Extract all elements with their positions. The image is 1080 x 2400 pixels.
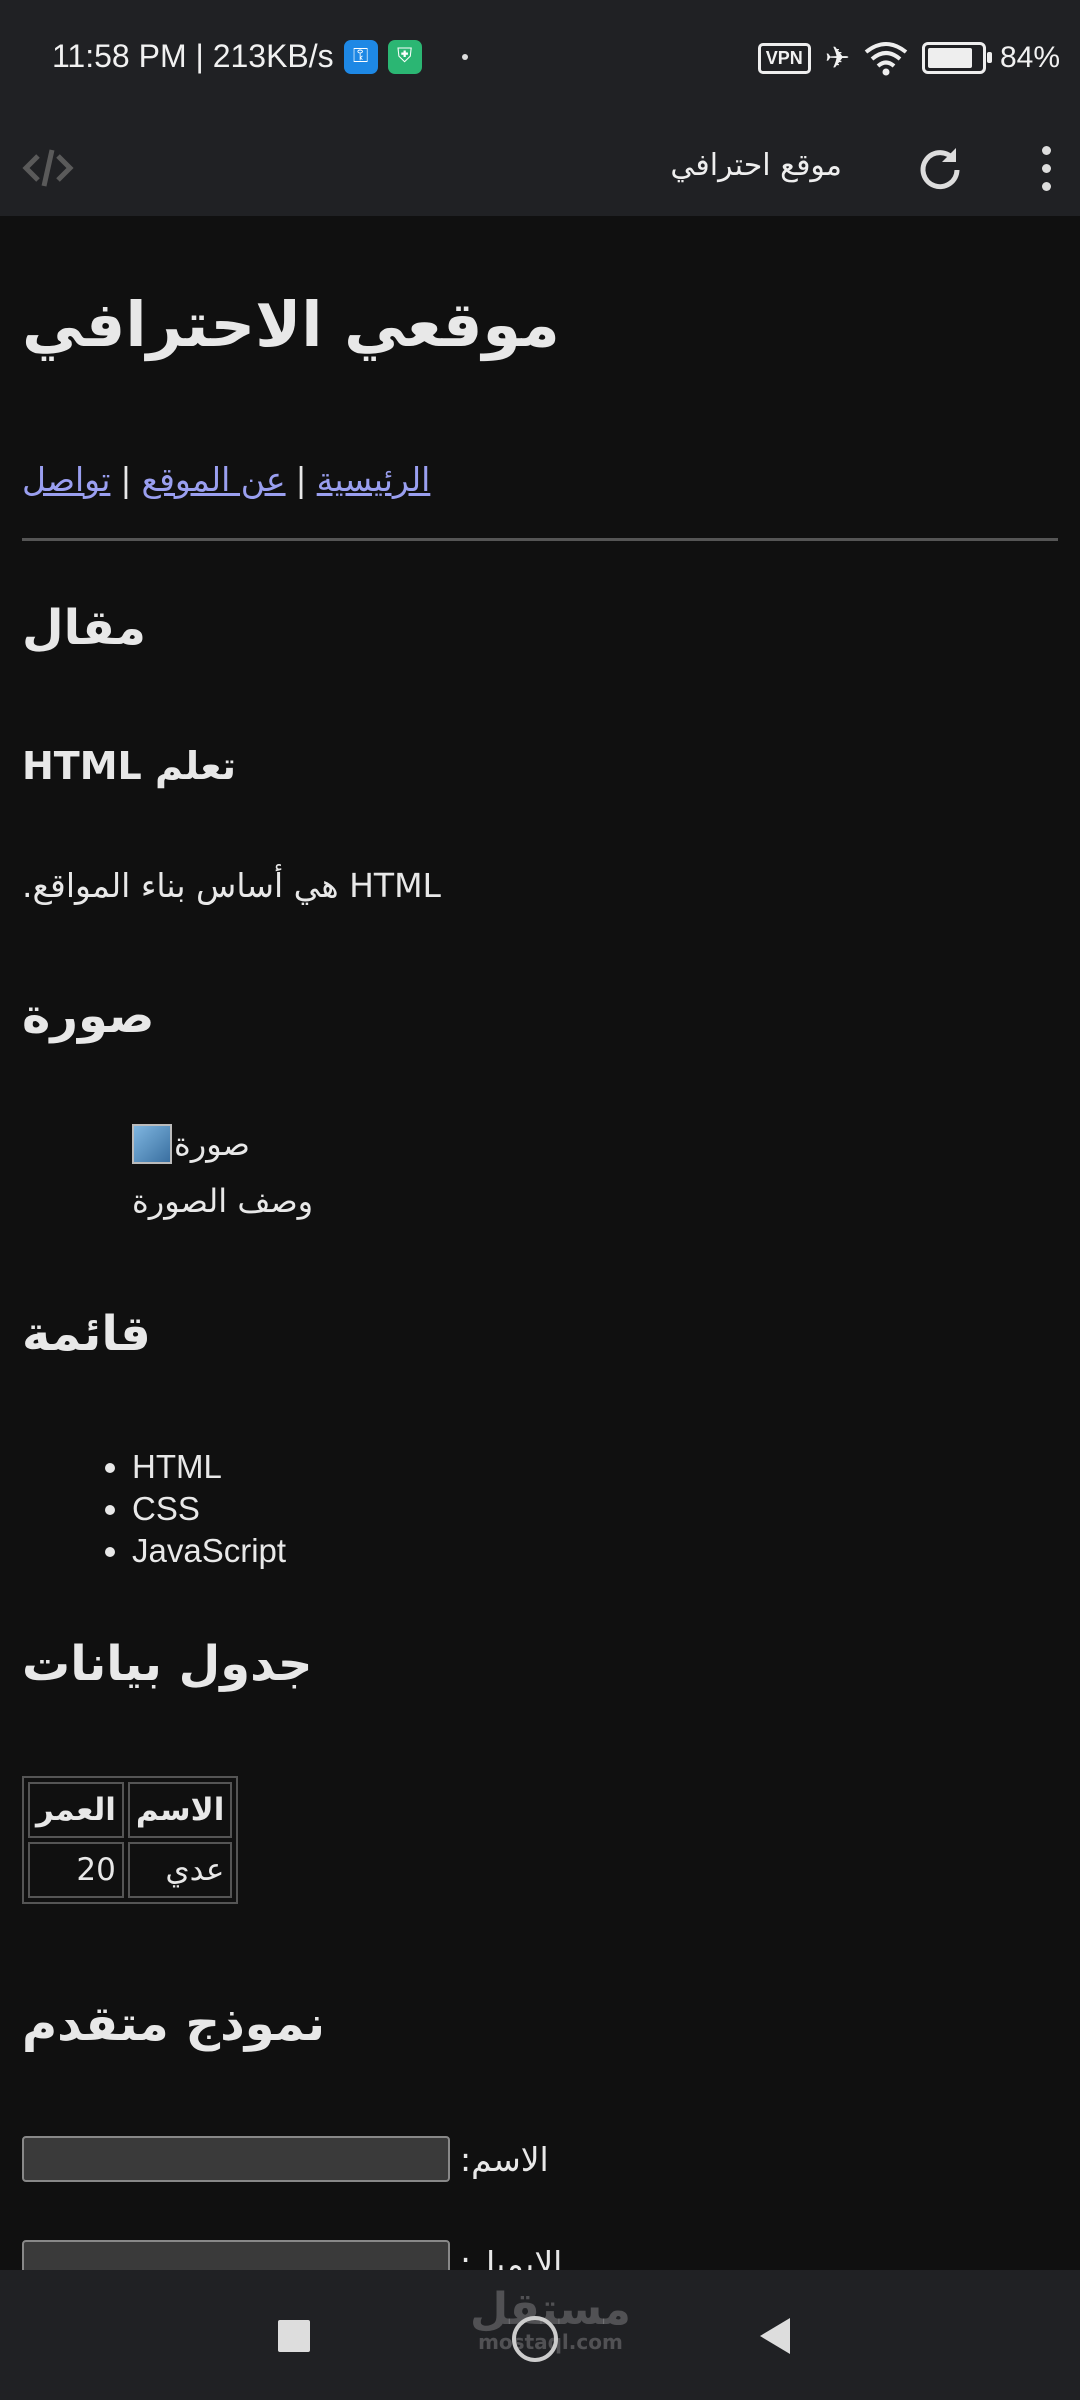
image-alt-text: صورة (174, 1125, 250, 1163)
notification-dot-icon (461, 53, 468, 60)
site-nav: الرئيسية | عن الموقع | تواصل (22, 460, 430, 499)
battery-icon (921, 42, 992, 74)
bullet-list: HTML CSS JavaScript (98, 1446, 286, 1572)
table-header-row: الاسم العمر (28, 1782, 233, 1838)
system-nav-bar: مستقل mostaql.com (0, 2270, 1080, 2400)
overflow-menu-icon[interactable] (1026, 134, 1066, 202)
table-row: عدي 20 (28, 1842, 233, 1898)
name-label: الاسم: (460, 2139, 549, 2179)
battery-percent: 84% (999, 41, 1060, 74)
web-content: موقعي الاحترافي الرئيسية | عن الموقع | ت… (0, 216, 1080, 2270)
nav-link-contact[interactable]: تواصل (22, 460, 110, 499)
status-time-speed: 11:58 PM | 213KB/s (52, 38, 334, 74)
form-section-title: نموذج متقدم (22, 1996, 325, 2052)
page-title: موقع احترافي (670, 148, 842, 183)
home-button[interactable] (512, 2316, 558, 2362)
figure-caption: وصف الصورة (132, 1182, 314, 1220)
table-section-title: جدول بيانات (22, 1636, 313, 1692)
nav-separator: | (295, 460, 307, 499)
email-input[interactable] (22, 2240, 450, 2270)
form-row-email: الايميل: (22, 2240, 562, 2270)
form-row-name: الاسم: (22, 2136, 549, 2182)
status-right: VPN ✈ 84% (757, 40, 1060, 76)
name-input[interactable] (22, 2136, 450, 2182)
figure: صورة وصف الصورة (132, 1124, 313, 1220)
nav-link-about[interactable]: عن الموقع (142, 460, 286, 499)
vpn-badge: VPN (757, 42, 811, 74)
article-title: تعلم HTML (22, 744, 237, 788)
list-section-title: قائمة (22, 1306, 151, 1362)
site-heading: موقعي الاحترافي (22, 288, 560, 361)
broken-image: صورة (132, 1124, 250, 1164)
refresh-icon[interactable] (912, 140, 968, 196)
email-label: الايميل: (460, 2243, 563, 2271)
code-logo-icon (22, 149, 74, 187)
status-bar: 11:58 PM | 213KB/s ⚿ ⛨ VPN ✈ 84% (0, 0, 1080, 120)
list-item: CSS (132, 1488, 286, 1530)
nav-link-home[interactable]: الرئيسية (317, 460, 431, 499)
list-item: HTML (132, 1446, 286, 1488)
nav-separator: | (120, 460, 132, 499)
airplane-icon: ✈ (824, 41, 850, 75)
table-cell: عدي (127, 1842, 233, 1898)
article-section-title: مقال (22, 600, 146, 656)
back-button[interactable] (760, 2318, 790, 2354)
divider (22, 538, 1058, 541)
data-table: الاسم العمر عدي 20 (22, 1776, 239, 1904)
image-section-title: صورة (22, 988, 155, 1044)
shield-icon: ⛨ (387, 39, 422, 74)
table-cell: 20 (28, 1842, 124, 1898)
broken-image-icon (132, 1124, 172, 1164)
recents-button[interactable] (278, 2320, 310, 2352)
wifi-icon (864, 42, 908, 76)
table-header: العمر (28, 1782, 124, 1838)
list-item: JavaScript (132, 1530, 286, 1572)
status-left: 11:58 PM | 213KB/s ⚿ ⛨ (52, 38, 468, 75)
battery-fill (927, 48, 972, 68)
app-toolbar: موقع احترافي (0, 120, 1080, 216)
key-icon: ⚿ (343, 39, 378, 74)
table-header: الاسم (127, 1782, 233, 1838)
article-text: HTML هي أساس بناء المواقع. (22, 866, 441, 905)
